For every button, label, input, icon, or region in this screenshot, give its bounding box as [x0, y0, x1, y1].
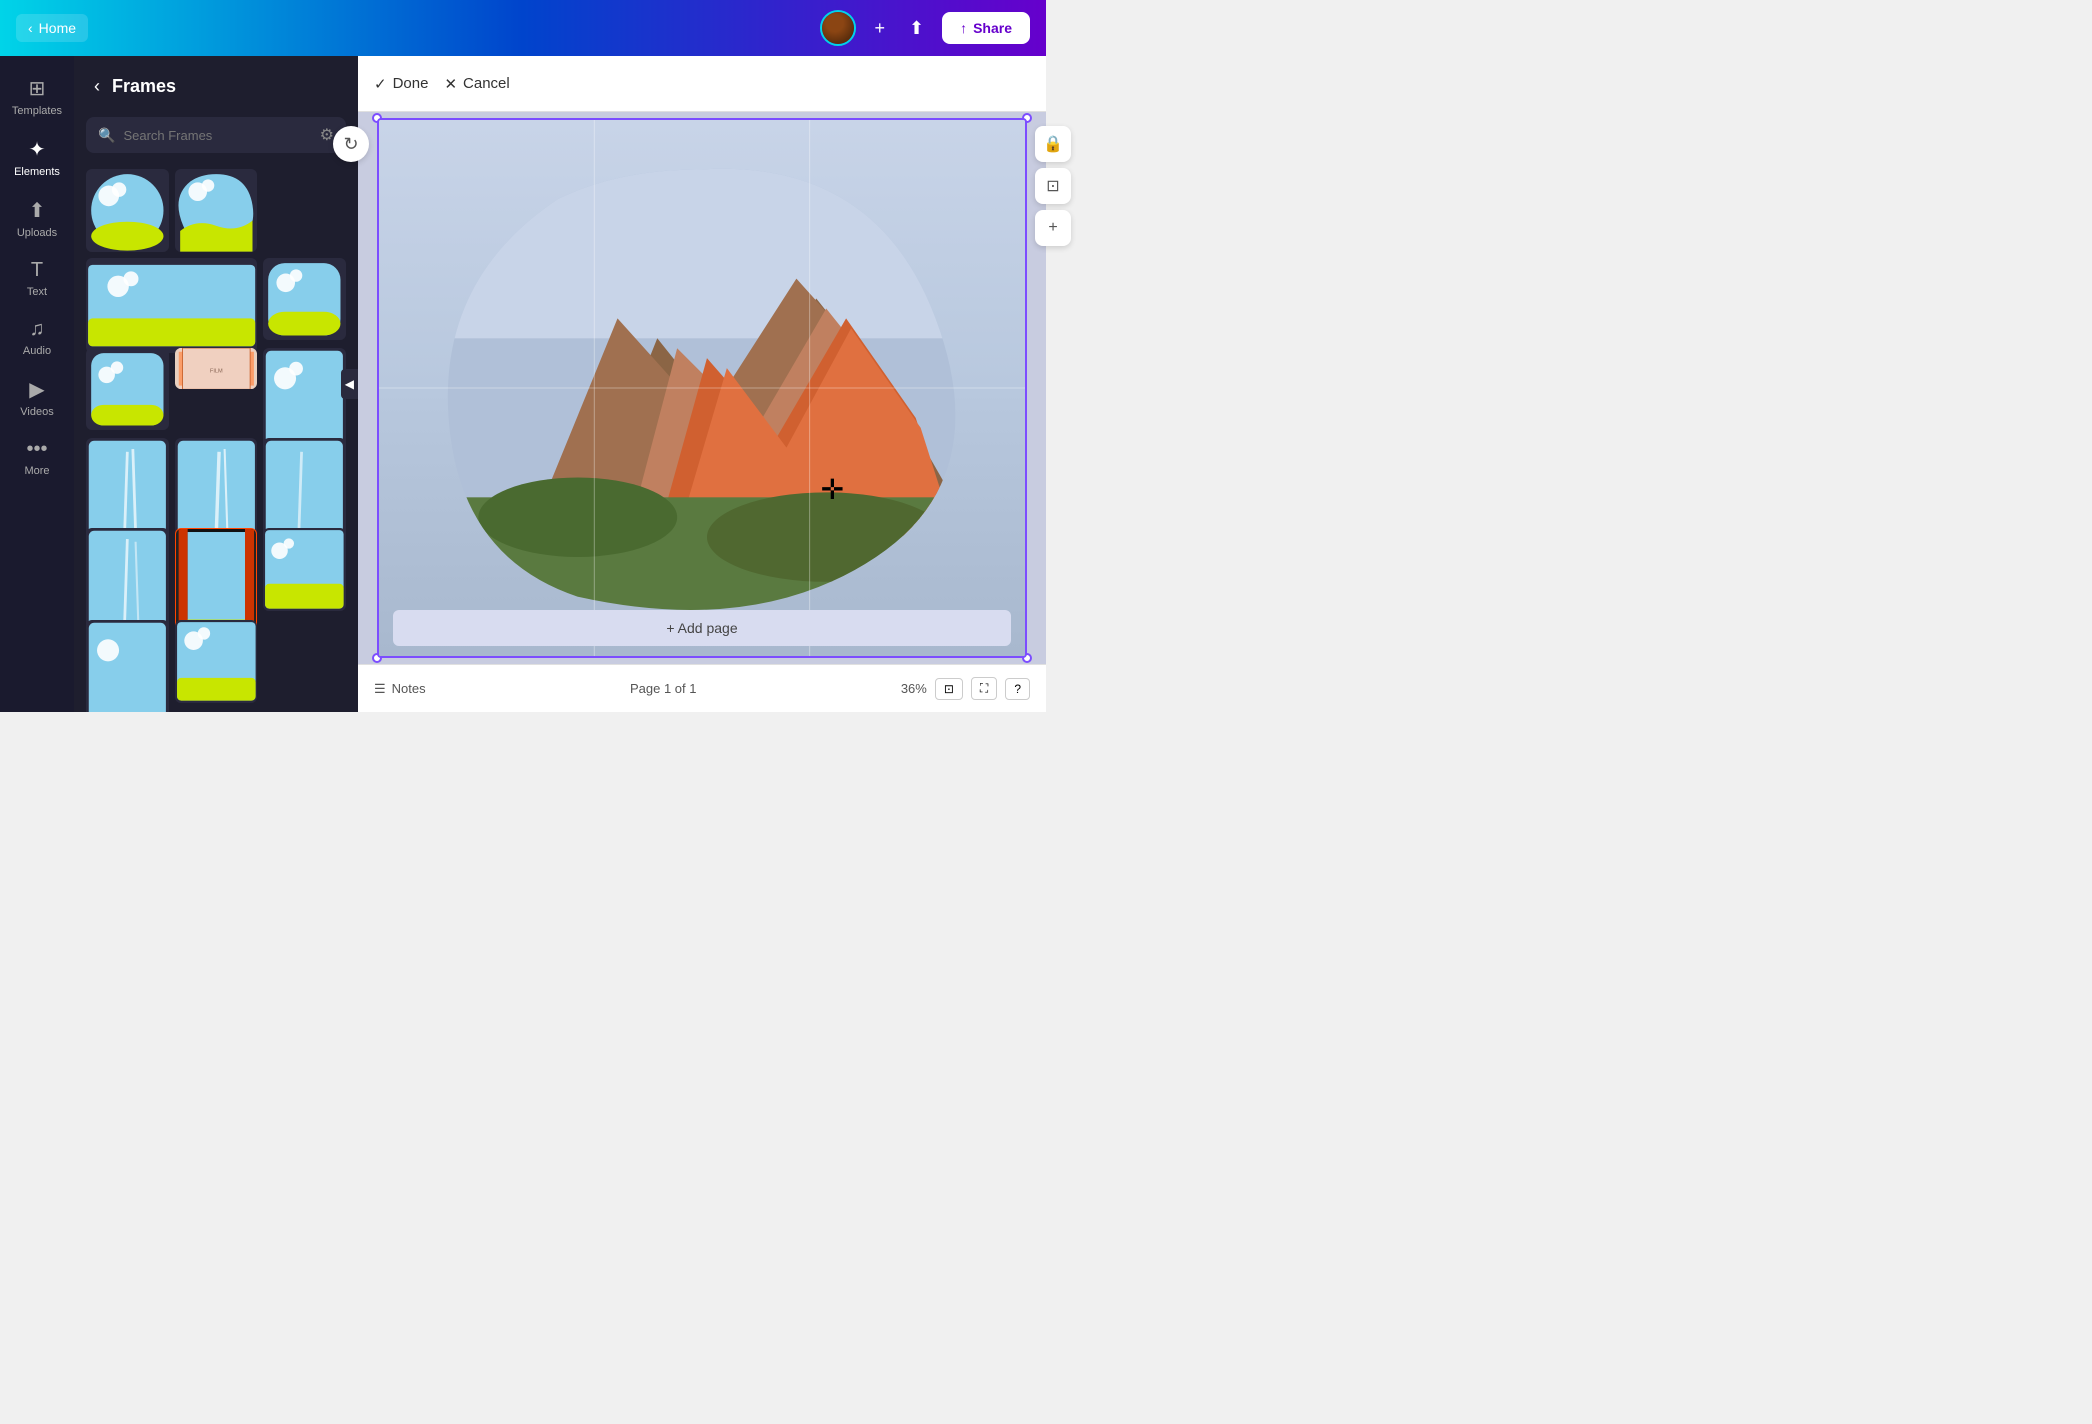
add-icon: +	[1048, 219, 1057, 237]
svg-text:FILM: FILM	[210, 368, 223, 374]
share-button[interactable]: ↑ Share	[942, 12, 1030, 44]
avatar-image	[822, 12, 854, 44]
fullscreen-button[interactable]: ⛶	[971, 677, 997, 700]
home-chevron-icon: ‹	[28, 20, 33, 36]
page-info: Page 1 of 1	[630, 681, 697, 696]
cancel-button[interactable]: ✕ Cancel	[444, 75, 509, 93]
sidebar-item-audio[interactable]: ♫ Audio	[4, 310, 70, 365]
more-icon: •••	[26, 438, 47, 461]
bottom-bar: ☰ Notes Page 1 of 1 36% ⊡ ⛶ ?	[358, 664, 1046, 712]
help-button[interactable]: ?	[1005, 678, 1030, 700]
canvas-image: ✛	[377, 118, 1027, 658]
uploads-icon: ⬆	[29, 198, 46, 223]
frame-thumb-wavy[interactable]	[175, 169, 258, 252]
frame-thumb-rounded-sq[interactable]	[263, 258, 346, 341]
frame-thumb-sq6[interactable]	[175, 620, 258, 703]
frame-thumb-circle[interactable]	[86, 169, 169, 252]
frame-thumb-portrait6[interactable]	[86, 620, 169, 712]
frame-thumb-rounded-sq2[interactable]	[86, 348, 169, 431]
sidebar-item-templates[interactable]: ⊞ Templates	[4, 68, 70, 125]
mountain-scene: ✛	[379, 120, 1025, 656]
topbar-right: + ⬆ ↑ Share	[820, 10, 1030, 46]
sidebar-item-label: Elements	[14, 166, 60, 178]
sidebar-item-videos[interactable]: ▶ Videos	[4, 369, 70, 426]
back-button[interactable]: ‹	[90, 72, 104, 101]
zoom-level: 36%	[901, 681, 927, 696]
filter-button[interactable]: ⚙	[320, 125, 334, 145]
lock-icon: 🔒	[1043, 134, 1063, 154]
sidebar-item-label: Audio	[23, 345, 51, 357]
fullscreen-icon: ⛶	[980, 681, 988, 695]
topbar: ‹ Home + ⬆ ↑ Share	[0, 0, 1046, 56]
move-cursor-icon: ✛	[821, 473, 844, 506]
canvas-area: ✓ Done ✕ Cancel	[358, 56, 1046, 712]
done-button[interactable]: ✓ Done	[374, 75, 428, 93]
templates-icon: ⊞	[29, 76, 46, 101]
main-layout: ⊞ Templates ✦ Elements ⬆ Uploads T Text …	[0, 56, 1046, 712]
audio-icon: ♫	[30, 318, 45, 341]
canvas-frame: ✛ 🔒 ⊡ + ↻	[377, 118, 1027, 658]
frames-panel: ‹ Frames 🔍 ⚙	[74, 56, 358, 712]
sidebar-icons: ⊞ Templates ✦ Elements ⬆ Uploads T Text …	[0, 56, 74, 712]
plus-icon: +	[874, 18, 885, 39]
check-icon: ✓	[374, 75, 387, 93]
refresh-icon: ↻	[343, 134, 358, 155]
notes-icon: ☰	[374, 681, 386, 697]
sidebar-item-uploads[interactable]: ⬆ Uploads	[4, 190, 70, 247]
canvas-toolbar: ✓ Done ✕ Cancel	[358, 56, 1046, 112]
share-icon: ↑	[960, 20, 967, 36]
elements-icon: ✦	[29, 137, 46, 162]
sidebar-item-label: Videos	[20, 406, 53, 418]
add-element-button[interactable]: +	[1035, 210, 1071, 246]
frames-header: ‹ Frames	[74, 56, 358, 109]
frame-thumb-sq5[interactable]	[263, 528, 346, 611]
home-label: Home	[39, 20, 76, 36]
frames-grid: FILM	[74, 161, 358, 712]
duplicate-icon: ⊡	[1046, 176, 1059, 196]
sidebar-item-more[interactable]: ••• More	[4, 430, 70, 485]
videos-icon: ▶	[29, 377, 44, 402]
frame-thumb-wide[interactable]	[86, 258, 257, 353]
text-icon: T	[31, 259, 43, 282]
x-icon: ✕	[444, 75, 457, 93]
add-page-button[interactable]: + Add page	[393, 610, 1011, 646]
canvas-wrapper: ✛ 🔒 ⊡ + ↻	[358, 112, 1046, 664]
frames-title: Frames	[112, 76, 176, 97]
search-bar: 🔍 ⚙	[86, 117, 346, 153]
refresh-button[interactable]: ↻	[333, 126, 369, 162]
help-icon: ?	[1014, 682, 1021, 696]
sidebar-item-label: Text	[27, 286, 47, 298]
home-button[interactable]: ‹ Home	[16, 14, 88, 42]
hide-panel-button[interactable]: ◀	[341, 369, 358, 399]
avatar[interactable]	[820, 10, 856, 46]
add-button[interactable]: +	[868, 12, 891, 45]
duplicate-button[interactable]: ⊡	[1035, 168, 1071, 204]
zoom-info: 36% ⊡ ⛶ ?	[901, 677, 1030, 700]
search-icon: 🔍	[98, 127, 115, 144]
analytics-button[interactable]: ⬆	[903, 12, 930, 45]
sidebar-item-label: Uploads	[17, 227, 57, 239]
notes-button[interactable]: ☰ Notes	[374, 681, 426, 697]
pages-view-button[interactable]: ⊡	[935, 678, 963, 700]
frame-thumb-filmstrip[interactable]: FILM	[175, 348, 258, 389]
sidebar-item-label: More	[24, 465, 49, 477]
sidebar-item-text[interactable]: T Text	[4, 251, 70, 306]
chart-icon: ⬆	[909, 18, 924, 39]
pages-icon: ⊡	[944, 682, 954, 696]
lock-button[interactable]: 🔒	[1035, 126, 1071, 162]
search-input[interactable]	[123, 128, 311, 143]
sidebar-item-elements[interactable]: ✦ Elements	[4, 129, 70, 186]
sidebar-item-label: Templates	[12, 105, 62, 117]
